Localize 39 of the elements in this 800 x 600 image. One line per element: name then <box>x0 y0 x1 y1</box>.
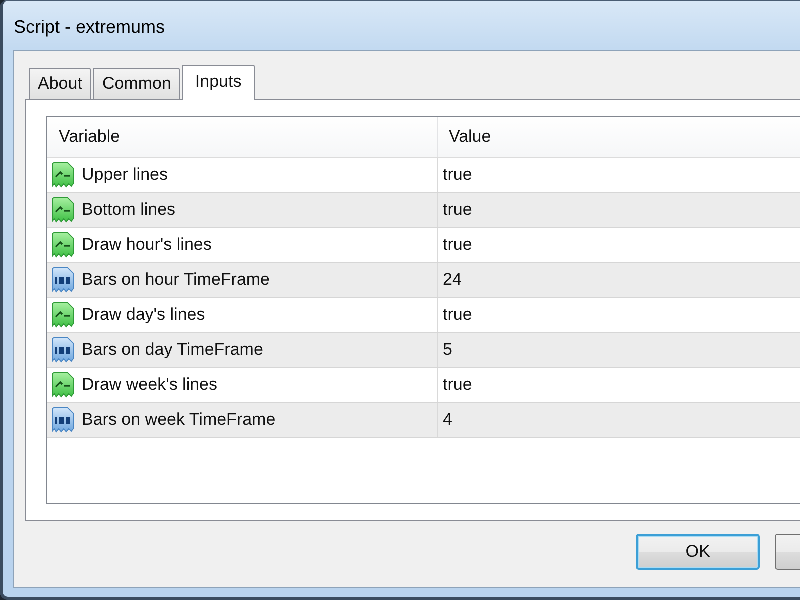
table-row[interactable]: Draw week's lines true <box>47 368 800 403</box>
variable-name: Bottom lines <box>82 200 176 220</box>
value-text: 5 <box>443 340 452 360</box>
variable-name: Bars on day TimeFrame <box>82 340 264 360</box>
variable-name: Bars on hour TimeFrame <box>82 270 270 290</box>
value-text: 4 <box>443 410 452 430</box>
value-text: 24 <box>443 270 462 290</box>
variable-name: Draw week's lines <box>82 375 218 395</box>
value-text: true <box>443 305 472 325</box>
bars-tile-icon <box>51 267 75 293</box>
variable-name: Draw day's lines <box>82 305 206 325</box>
bars-tile-icon <box>51 337 75 363</box>
column-header[interactable]: Variable <box>47 117 438 157</box>
tab[interactable]: Common <box>93 68 180 99</box>
table-row[interactable]: Bottom lines true <box>47 193 800 228</box>
window-title: Script - extremums <box>14 17 166 38</box>
variable-name: Draw hour's lines <box>82 235 212 255</box>
table-row[interactable]: Bars on week TimeFrame 4 <box>47 403 800 438</box>
value-text: true <box>443 235 472 255</box>
tab[interactable]: About <box>29 68 92 99</box>
line-tile-icon <box>51 372 75 398</box>
bars-tile-icon <box>51 407 75 433</box>
value-text: true <box>443 165 472 185</box>
value-text: true <box>443 200 472 220</box>
dialog-button[interactable] <box>775 534 800 570</box>
table-row[interactable]: Bars on hour TimeFrame 24 <box>47 263 800 298</box>
line-tile-icon <box>51 232 75 258</box>
line-tile-icon <box>51 302 75 328</box>
tab[interactable]: Inputs <box>182 65 255 100</box>
value-text: true <box>443 375 472 395</box>
table-row[interactable]: Bars on day TimeFrame 5 <box>47 333 800 368</box>
table-row[interactable]: Upper lines true <box>47 158 800 193</box>
dialog-button[interactable]: OK <box>636 534 760 570</box>
line-tile-icon <box>51 197 75 223</box>
table-row[interactable]: Draw day's lines true <box>47 298 800 333</box>
table-row[interactable]: Draw hour's lines true <box>47 228 800 263</box>
variable-name: Bars on week TimeFrame <box>82 410 276 430</box>
variable-name: Upper lines <box>82 165 168 185</box>
line-tile-icon <box>51 162 75 188</box>
